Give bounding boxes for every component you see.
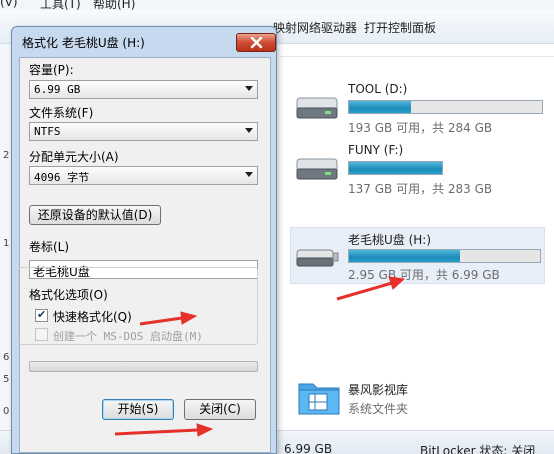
arrow-to-quick-format [139, 311, 198, 326]
annotation-arrows [114, 276, 406, 437]
arrow-to-start-button [114, 423, 214, 437]
arrow-to-drive [336, 276, 406, 301]
